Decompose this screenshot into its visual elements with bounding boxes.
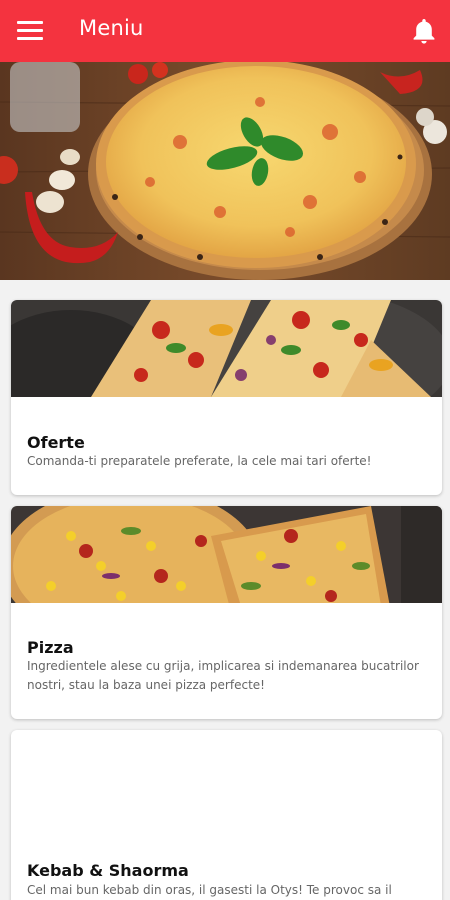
card-description: Ingredientele alese cu grija, implicarea… xyxy=(27,659,419,692)
page-title: Meniu xyxy=(79,16,144,40)
pizza-slices-photo xyxy=(11,300,442,397)
category-card-kebab[interactable]: Kebab & Shaorma Cel mai bun kebab din or… xyxy=(11,730,442,900)
card-title: Pizza xyxy=(27,638,74,657)
category-card-oferte[interactable]: Oferte Comanda-ti preparatele preferate,… xyxy=(11,300,442,495)
card-description: Cel mai bun kebab din oras, il gasesti l… xyxy=(27,883,392,897)
app-bar: Meniu xyxy=(0,0,450,62)
hamburger-menu-icon[interactable] xyxy=(17,21,43,41)
card-title: Kebab & Shaorma xyxy=(27,861,189,880)
notification-bell-icon[interactable] xyxy=(411,17,437,45)
hero-pizza-image xyxy=(0,62,450,280)
category-card-pizza[interactable]: Pizza Ingredientele alese cu grija, impl… xyxy=(11,506,442,719)
card-title: Oferte xyxy=(27,433,85,452)
card-description: Comanda-ti preparatele preferate, la cel… xyxy=(27,454,372,468)
pizza-corn-photo xyxy=(11,506,442,603)
